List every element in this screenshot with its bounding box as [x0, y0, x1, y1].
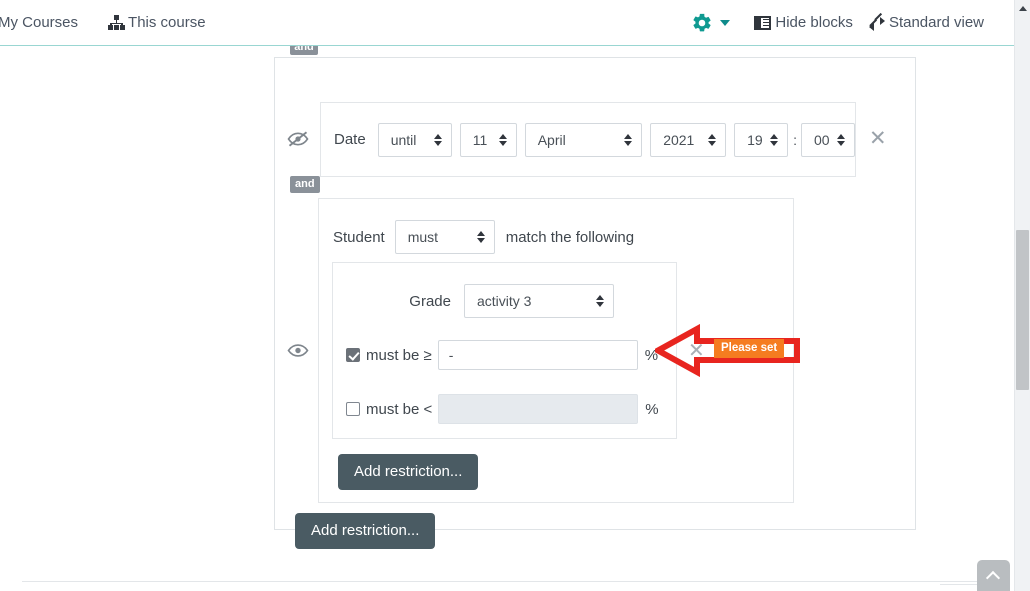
please-set-label: Please set — [721, 342, 778, 354]
grade-min-label: must be ≥ — [366, 346, 432, 364]
grade-max-row: must be < % — [346, 394, 659, 424]
date-day-select[interactable]: 11 — [459, 122, 517, 157]
grade-min-input[interactable] — [437, 340, 638, 370]
please-set-badge: Please set — [714, 339, 785, 358]
time-colon: : — [793, 131, 797, 148]
grade-select-row: Grade activity 3 — [333, 284, 676, 318]
select-arrows-icon — [770, 133, 779, 147]
student-modifier-value: must — [407, 229, 439, 245]
grade-condition-box: Grade activity 3 must be ≥ % must be < — [332, 262, 677, 439]
date-year-value: 2021 — [663, 131, 695, 148]
date-day-value: 11 — [472, 131, 488, 148]
date-minute-value: 00 — [814, 131, 830, 148]
grade-max-input[interactable] — [438, 394, 639, 424]
date-direction-value: until — [390, 131, 417, 148]
grade-min-unit: % — [644, 346, 659, 364]
select-arrows-icon — [498, 133, 508, 147]
hide-blocks-label: Hide blocks — [775, 14, 853, 31]
operator-badge-and: and — [290, 176, 320, 193]
standard-view-label: Standard view — [888, 14, 984, 31]
date-label: Date — [334, 131, 366, 148]
student-match-row: Student must match the following — [333, 220, 634, 254]
main-content: and Date until 11 April 2021 19: 00 ✕ a… — [0, 39, 1014, 591]
scroll-to-top-button[interactable] — [977, 560, 1010, 591]
settings-menu-button[interactable] — [691, 12, 731, 34]
page-root: My Courses This course Hide blocks Stand… — [0, 0, 1030, 591]
sitemap-icon — [108, 15, 126, 30]
grade-min-row: must be ≥ % — [346, 340, 658, 370]
hide-blocks-icon — [754, 15, 772, 30]
nav-this-course[interactable]: This course — [102, 14, 212, 31]
tags-divider-top — [22, 581, 992, 582]
scrollbar-thumb[interactable] — [1016, 230, 1029, 390]
operator-badge-label: and — [295, 178, 315, 190]
nav-left-group: My Courses This course — [0, 14, 212, 31]
standard-view-icon — [868, 12, 885, 31]
scroll-up-arrow-icon[interactable] — [1019, 6, 1027, 11]
select-arrows-icon — [708, 133, 717, 147]
date-hour-select[interactable]: 19 — [734, 122, 789, 157]
grade-max-label: must be < — [366, 400, 433, 418]
add-restriction-inner-button[interactable]: Add restriction... — [338, 454, 479, 490]
remove-grade-condition-button[interactable]: ✕ — [688, 341, 705, 361]
select-arrows-icon — [476, 230, 486, 244]
chevron-down-icon — [720, 19, 731, 26]
nav-right-group: Hide blocks Standard view — [691, 12, 1014, 34]
grade-label: Grade — [409, 292, 451, 310]
nav-this-course-label: This course — [128, 14, 206, 31]
eye-slash-icon[interactable] — [286, 129, 310, 149]
date-month-select[interactable]: April — [524, 122, 643, 157]
standard-view-button[interactable]: Standard view — [861, 12, 992, 31]
select-arrows-icon — [433, 133, 443, 147]
grade-activity-value: activity 3 — [477, 293, 532, 309]
date-month-value: April — [537, 131, 566, 148]
student-modifier-select[interactable]: must — [394, 220, 495, 254]
top-navigation-bar: My Courses This course Hide blocks Stand… — [0, 0, 1014, 45]
select-arrows-icon — [596, 294, 605, 308]
student-label: Student — [333, 228, 385, 246]
chevron-up-icon — [985, 570, 1001, 586]
remove-date-restriction-button[interactable]: ✕ — [869, 128, 887, 149]
nav-my-courses[interactable]: My Courses — [0, 14, 84, 31]
match-following-label: match the following — [505, 228, 635, 246]
grade-max-checkbox[interactable] — [346, 402, 360, 416]
date-condition-row: Date until 11 April 2021 19 : 00 — [320, 102, 856, 177]
gear-icon — [693, 13, 711, 31]
select-arrows-icon — [837, 133, 846, 147]
grade-max-unit: % — [645, 400, 659, 418]
date-hour-value: 19 — [747, 131, 763, 148]
date-minute-select[interactable]: 00 — [801, 122, 855, 157]
hide-blocks-button[interactable]: Hide blocks — [746, 14, 861, 31]
add-restriction-outer-button[interactable]: Add restriction... — [295, 513, 436, 549]
nav-my-courses-label: My Courses — [0, 14, 79, 31]
select-arrows-icon — [624, 133, 633, 147]
page-scrollbar[interactable] — [1014, 0, 1030, 591]
eye-open-icon[interactable] — [286, 341, 310, 360]
date-direction-select[interactable]: until — [377, 122, 452, 157]
grade-min-checkbox[interactable] — [346, 348, 360, 362]
grade-activity-select[interactable]: activity 3 — [464, 284, 614, 318]
date-year-select[interactable]: 2021 — [650, 122, 727, 157]
